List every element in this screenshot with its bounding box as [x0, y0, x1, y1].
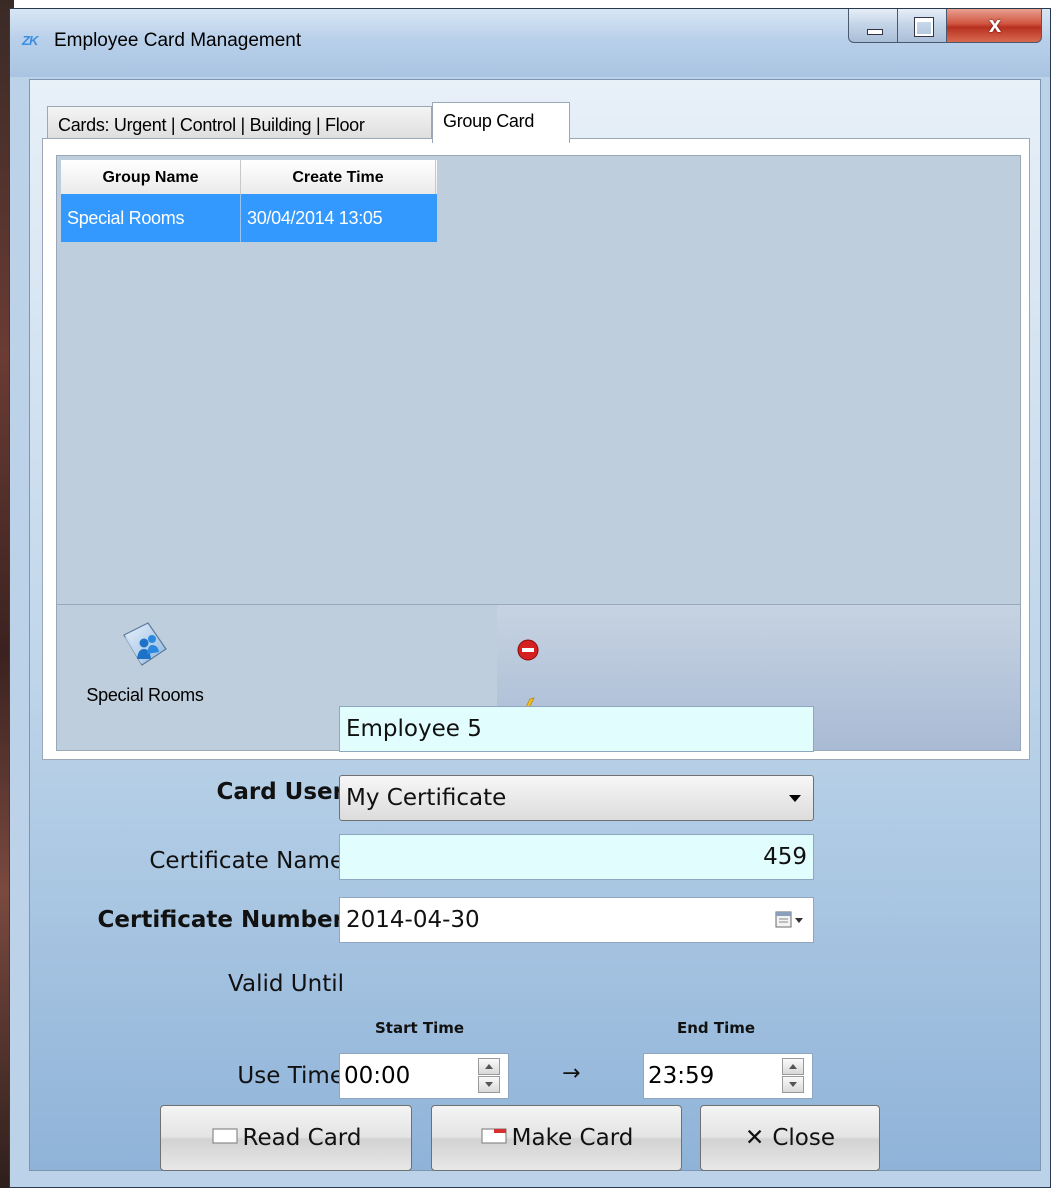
- close-button[interactable]: ✕ Close: [700, 1105, 880, 1171]
- valid-until-date-picker[interactable]: 2014-04-30: [339, 897, 814, 943]
- minimize-icon: [867, 29, 883, 35]
- end-time-stepper[interactable]: 23:59: [643, 1053, 813, 1099]
- end-time-value: 23:59: [648, 1063, 715, 1089]
- title-bar[interactable]: ZK Employee Card Management x: [10, 9, 1050, 77]
- start-time-stepper[interactable]: 00:00: [339, 1053, 509, 1099]
- card-user-field[interactable]: Employee 5: [339, 706, 814, 752]
- column-header-group-name[interactable]: Group Name: [61, 160, 241, 194]
- spin-up-icon[interactable]: [782, 1058, 804, 1075]
- spin-down-icon[interactable]: [478, 1076, 500, 1093]
- start-time-value: 00:00: [344, 1063, 411, 1089]
- table-row[interactable]: Special Rooms 30/04/2014 13:05: [61, 194, 437, 242]
- certificate-number-field[interactable]: 459: [339, 834, 814, 880]
- start-time-spin: [478, 1058, 500, 1094]
- group-grid: Group Name Create Time Special Rooms 30/…: [56, 155, 1021, 605]
- grid-header: Group Name Create Time: [61, 160, 437, 195]
- make-card-icon: [481, 1127, 507, 1144]
- employee-card-window: ZK Employee Card Management x Cards: Urg…: [9, 8, 1051, 1188]
- tab-group-card[interactable]: Group Card: [432, 102, 570, 143]
- end-time-spin: [782, 1058, 804, 1094]
- cell-group-name: Special Rooms: [61, 194, 241, 242]
- maximize-icon: [915, 18, 933, 36]
- card-icon: [211, 1127, 238, 1144]
- read-card-button[interactable]: Read Card: [160, 1105, 412, 1171]
- chevron-down-icon: [789, 795, 801, 802]
- arrow-icon: →: [562, 1061, 581, 1086]
- tab-cards[interactable]: Cards: Urgent | Control | Building | Flo…: [47, 106, 432, 142]
- calendar-icon[interactable]: [775, 910, 805, 930]
- group-card-icon: [123, 622, 167, 666]
- group-card-label: Special Rooms: [86, 685, 204, 705]
- read-card-label: Read Card: [242, 1125, 362, 1151]
- valid-until-value: 2014-04-30: [346, 907, 480, 933]
- cell-create-time: 30/04/2014 13:05: [247, 208, 383, 228]
- close-label: Close: [772, 1125, 835, 1151]
- certificate-number-label: Certificate Number: [97, 907, 345, 933]
- maximize-button[interactable]: [897, 9, 947, 43]
- certificate-name-value: My Certificate: [346, 785, 507, 811]
- minimize-button[interactable]: [848, 9, 898, 43]
- app-logo: ZK: [22, 33, 38, 48]
- client-area: Cards: Urgent | Control | Building | Flo…: [29, 79, 1041, 1171]
- column-header-create-time[interactable]: Create Time: [241, 160, 436, 194]
- card-user-label: Card User: [216, 779, 344, 805]
- close-icon: ✕: [745, 1125, 765, 1151]
- make-card-label: Make Card: [511, 1125, 634, 1151]
- spin-down-icon[interactable]: [782, 1076, 804, 1093]
- remove-icon[interactable]: [516, 638, 540, 662]
- window-title: Employee Card Management: [54, 30, 302, 51]
- start-time-label: Start Time: [375, 1019, 465, 1037]
- make-card-button[interactable]: Make Card: [431, 1105, 682, 1171]
- spin-up-icon[interactable]: [478, 1058, 500, 1075]
- window-close-button[interactable]: x: [946, 9, 1042, 43]
- end-time-label: End Time: [677, 1019, 756, 1037]
- use-time-label: Use Time: [237, 1063, 344, 1089]
- certificate-name-label: Certificate Name: [149, 848, 344, 874]
- close-icon: x: [988, 12, 1002, 37]
- valid-until-label: Valid Until: [228, 971, 344, 997]
- certificate-name-select[interactable]: My Certificate: [339, 775, 814, 821]
